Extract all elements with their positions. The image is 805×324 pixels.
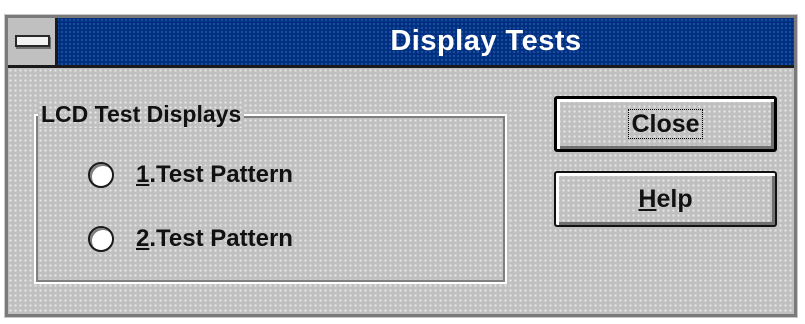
system-menu-icon: [15, 35, 50, 47]
radio-test-pattern-1[interactable]: 1.Test Pattern: [88, 158, 293, 192]
help-button-label: Help: [638, 184, 693, 213]
window-title: Display Tests: [390, 25, 582, 57]
radio-test-pattern-2[interactable]: 2.Test Pattern: [88, 222, 293, 256]
radio-button-icon[interactable]: [88, 162, 114, 188]
help-button[interactable]: Help: [554, 171, 777, 227]
lcd-test-displays-group: [34, 114, 507, 284]
radio-label-test-pattern-1: 1.Test Pattern: [136, 161, 293, 188]
radio-label-test-pattern-2: 2.Test Pattern: [136, 225, 293, 252]
group-label: LCD Test Displays: [38, 100, 245, 128]
title-bar[interactable]: Display Tests: [8, 18, 794, 68]
radio-button-icon[interactable]: [88, 226, 114, 252]
close-button-label: Close: [628, 109, 703, 139]
display-tests-dialog: Display Tests LCD Test Displays 1.Test P…: [4, 14, 798, 318]
system-menu-button[interactable]: [8, 18, 58, 65]
close-button[interactable]: Close: [554, 96, 777, 152]
